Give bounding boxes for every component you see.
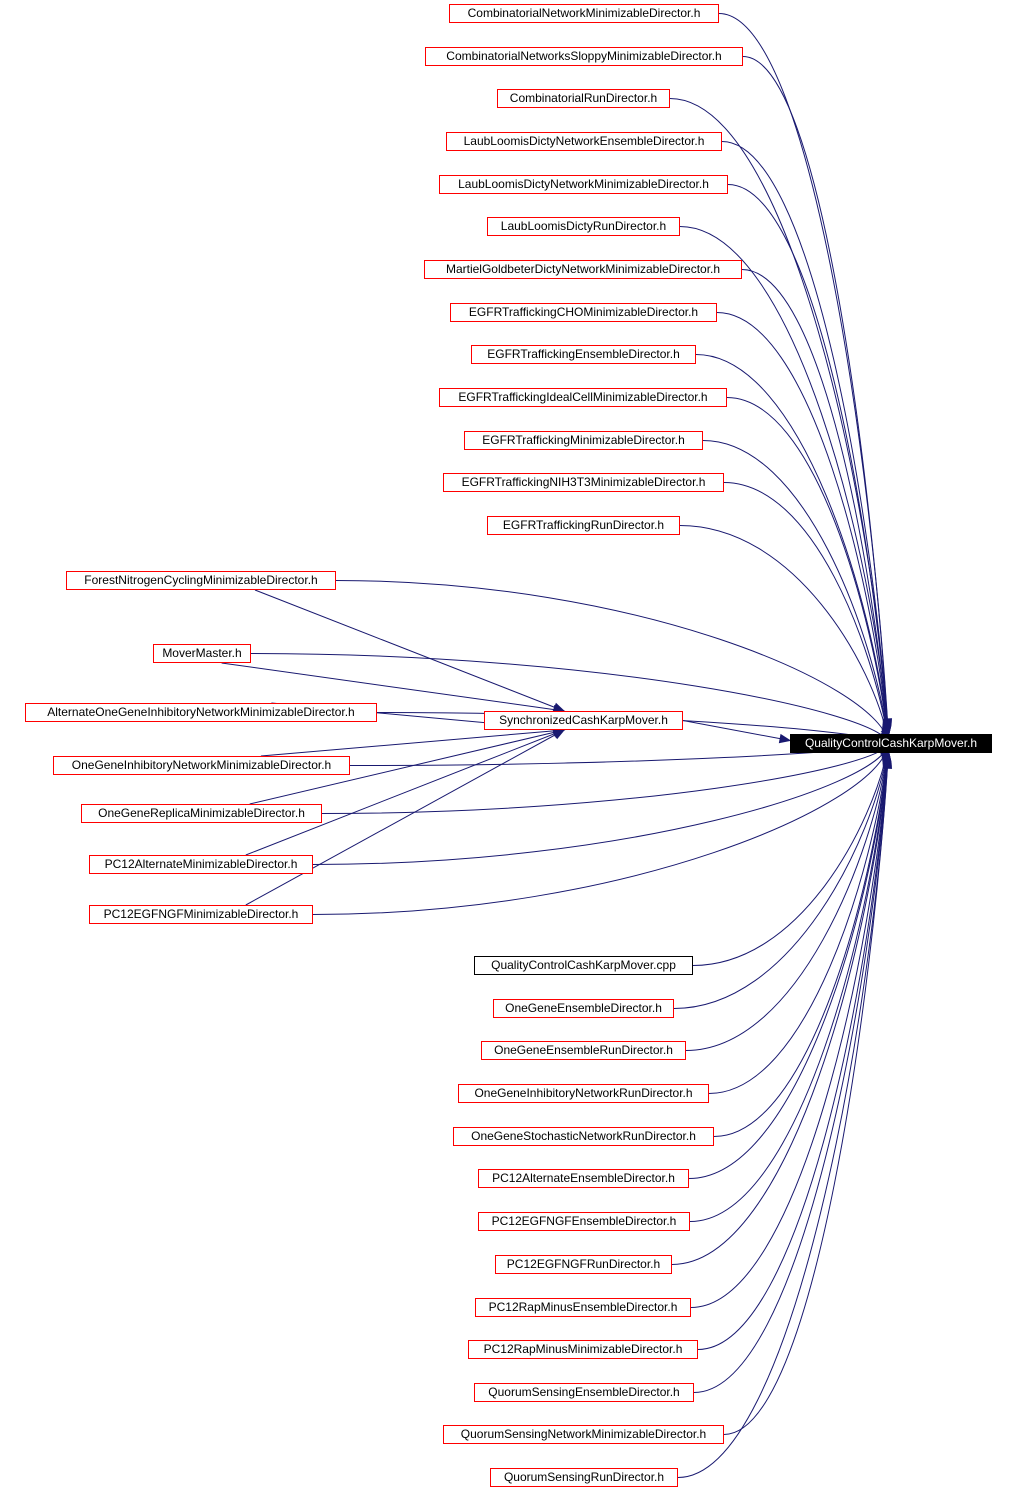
file-node[interactable]: ForestNitrogenCyclingMinimizableDirector… (66, 571, 336, 590)
file-node[interactable]: PC12EGFNGFRunDirector.h (495, 1255, 672, 1274)
edge-to-sync (260, 729, 565, 757)
file-node[interactable]: SynchronizedCashKarpMover.h (484, 711, 683, 730)
file-node[interactable]: OneGeneEnsembleDirector.h (493, 999, 674, 1018)
file-node[interactable]: OneGeneInhibitoryNetworkRunDirector.h (458, 1084, 709, 1103)
file-node[interactable]: EGFRTraffickingEnsembleDirector.h (471, 345, 696, 364)
file-node[interactable]: PC12RapMinusEnsembleDirector.h (475, 1298, 691, 1317)
file-node[interactable]: QuorumSensingEnsembleDirector.h (474, 1383, 694, 1402)
target-node: QualityControlCashKarpMover.h (790, 734, 992, 753)
edge-to-target (697, 755, 889, 1350)
edge-to-target (718, 13, 889, 729)
edge-to-sync (254, 589, 565, 712)
arrowhead-icon (552, 729, 566, 740)
edge-to-target (673, 748, 889, 1009)
file-node[interactable]: LaubLoomisDictyNetworkEnsembleDirector.h (446, 132, 722, 151)
edge-to-target (708, 750, 889, 1094)
file-node[interactable]: PC12RapMinusMinimizableDirector.h (468, 1340, 698, 1359)
edge-to-target (726, 397, 889, 737)
file-node[interactable]: OneGeneStochasticNetworkRunDirector.h (453, 1127, 714, 1146)
file-node[interactable]: EGFRTraffickingNIH3T3MinimizableDirector… (443, 473, 724, 492)
file-node[interactable]: QuorumSensingNetworkMinimizableDirector.… (443, 1425, 724, 1444)
file-node[interactable]: EGFRTraffickingIdealCellMinimizableDirec… (439, 388, 727, 407)
file-node[interactable]: LaubLoomisDictyRunDirector.h (487, 217, 680, 236)
file-node[interactable]: OneGeneInhibitoryNetworkMinimizableDirec… (53, 756, 350, 775)
file-node[interactable]: OneGeneEnsembleRunDirector.h (481, 1041, 686, 1060)
arrowhead-icon (778, 733, 792, 744)
file-node[interactable]: MartielGoldbeterDictyNetworkMinimizableD… (424, 260, 742, 279)
file-node[interactable]: PC12EGFNGFMinimizableDirector.h (89, 905, 313, 924)
edge-to-target (692, 747, 889, 966)
file-node[interactable]: PC12EGFNGFEnsembleDirector.h (478, 1212, 690, 1231)
edge-to-target (312, 745, 889, 865)
edge-to-target (741, 269, 889, 735)
edge-to-target (312, 746, 889, 915)
edge-to-target (679, 525, 889, 740)
edge-to-target (671, 753, 889, 1265)
edge-to-sync (245, 729, 565, 856)
file-node[interactable]: OneGeneReplicaMinimizableDirector.h (81, 804, 322, 823)
edge-to-target (321, 744, 889, 814)
file-node[interactable]: QualityControlCashKarpMover.cpp (474, 956, 693, 975)
edge-to-target (742, 56, 889, 730)
file-node[interactable]: PC12AlternateMinimizableDirector.h (89, 855, 313, 874)
edge-to-target (690, 754, 889, 1308)
edge-to-target (695, 354, 889, 736)
file-node[interactable]: EGFRTraffickingMinimizableDirector.h (464, 431, 703, 450)
file-node[interactable]: EGFRTraffickingCHOMinimizableDirector.h (450, 303, 717, 322)
file-node[interactable]: EGFRTraffickingRunDirector.h (487, 516, 680, 535)
file-node[interactable]: AlternateOneGeneInhibitoryNetworkMinimiz… (25, 703, 377, 722)
file-node[interactable]: CombinatorialNetworksSloppyMinimizableDi… (425, 47, 743, 66)
file-node[interactable]: PC12AlternateEnsembleDirector.h (478, 1169, 689, 1188)
file-node[interactable]: QuorumSensingRunDirector.h (490, 1468, 678, 1487)
file-node[interactable]: LaubLoomisDictyNetworkMinimizableDirecto… (439, 175, 728, 194)
file-node[interactable]: CombinatorialRunDirector.h (497, 89, 670, 108)
edge-to-target (702, 440, 889, 738)
file-node[interactable]: MoverMaster.h (153, 644, 251, 663)
file-node[interactable]: CombinatorialNetworkMinimizableDirector.… (449, 4, 719, 23)
